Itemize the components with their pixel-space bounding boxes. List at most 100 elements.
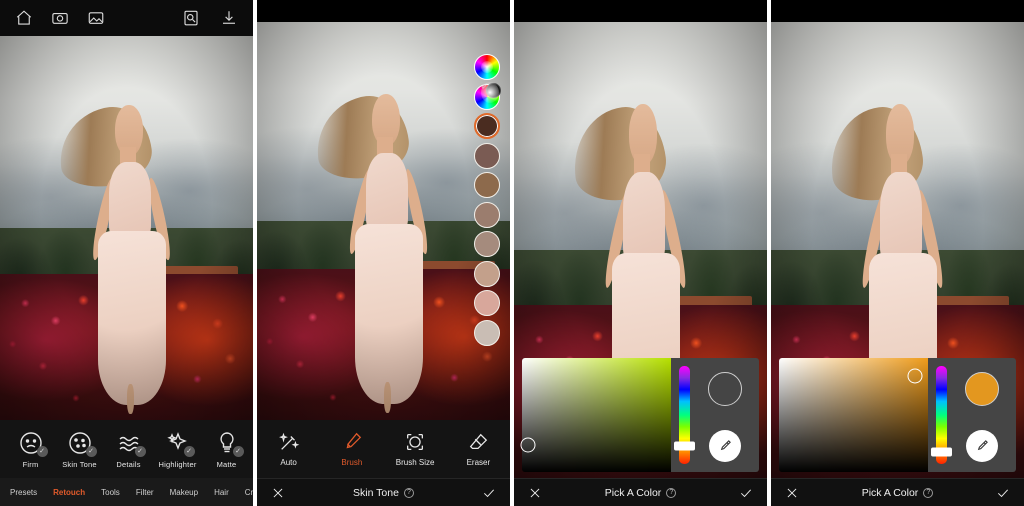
skin-tone-swatch-2[interactable] bbox=[474, 172, 500, 198]
cancel-button[interactable] bbox=[783, 484, 801, 502]
panel-pick-a-color-orange: Pick A Color ? bbox=[771, 0, 1024, 506]
action-bar-title-group: Pick A Color ? bbox=[544, 487, 737, 499]
details-wave-icon: ✓ bbox=[116, 430, 146, 457]
tool-label: Brush bbox=[341, 458, 363, 467]
action-bar: Pick A Color ? bbox=[514, 478, 767, 506]
tab-presets[interactable]: Presets bbox=[10, 488, 37, 497]
brush-size-icon bbox=[407, 434, 424, 450]
saturation-value-field[interactable] bbox=[779, 358, 928, 472]
action-bar: Skin Tone ? bbox=[257, 478, 510, 506]
home-icon[interactable] bbox=[12, 6, 36, 30]
eyedropper-button[interactable] bbox=[708, 430, 741, 462]
status-strip bbox=[257, 0, 510, 22]
top-toolbar bbox=[0, 0, 253, 36]
tool-brush-size[interactable]: Brush Size bbox=[389, 431, 441, 467]
auto-wand-icon bbox=[278, 432, 299, 450]
firm-face-icon: ✓ bbox=[18, 430, 48, 457]
action-bar-title: Pick A Color bbox=[604, 486, 662, 499]
confirm-button[interactable] bbox=[737, 484, 755, 502]
eraser-icon bbox=[470, 433, 488, 450]
eyedropper-icon bbox=[720, 439, 731, 450]
skin-tone-swatch-4[interactable] bbox=[474, 231, 500, 257]
tool-label: Brush Size bbox=[395, 458, 435, 467]
tool-label: Auto bbox=[280, 458, 297, 467]
photo-vignette bbox=[0, 36, 253, 420]
retouch-item-matte[interactable]: ✓ Matte bbox=[202, 430, 251, 469]
confirm-button[interactable] bbox=[480, 484, 498, 502]
checked-badge: ✓ bbox=[134, 445, 146, 457]
cancel-button[interactable] bbox=[269, 484, 287, 502]
status-strip bbox=[771, 0, 1024, 22]
saturation-value-field[interactable] bbox=[520, 358, 671, 472]
tool-auto[interactable]: Auto bbox=[263, 431, 315, 467]
category-tab-bar: Presets Retouch Tools Filter Makeup Hair… bbox=[0, 478, 253, 506]
color-picker-side-panel bbox=[928, 358, 1016, 472]
skin-tone-swatch-list bbox=[472, 54, 502, 346]
retouch-item-label: Firm bbox=[22, 459, 39, 469]
skin-tone-swatch-1[interactable] bbox=[474, 142, 500, 169]
retouch-item-more[interactable] bbox=[251, 434, 253, 464]
panel-editor-home: ✓ Firm ✓ Skin Tone ✓ Details ✓ Highlight… bbox=[0, 0, 253, 506]
brush-tool-row: Auto Brush Brush Size Eraser bbox=[257, 420, 510, 478]
retouch-item-highlighter[interactable]: ✓ Highlighter bbox=[153, 430, 202, 469]
tab-tools[interactable]: Tools bbox=[101, 488, 120, 497]
panel-pick-a-color-green: Pick A Color ? bbox=[514, 0, 767, 506]
eyedropper-icon bbox=[977, 439, 988, 450]
download-icon[interactable] bbox=[217, 6, 241, 30]
checked-badge: ✓ bbox=[85, 445, 97, 457]
color-picker-panel bbox=[520, 358, 759, 472]
retouch-item-details[interactable]: ✓ Details bbox=[104, 430, 153, 469]
color-preview-swatch bbox=[964, 372, 999, 406]
action-bar-title-group: Pick A Color ? bbox=[801, 487, 994, 499]
color-preview-swatch bbox=[707, 372, 742, 406]
sv-cursor[interactable] bbox=[520, 437, 536, 453]
cancel-button[interactable] bbox=[526, 484, 544, 502]
color-wheel-eyedropper-swatch[interactable] bbox=[474, 81, 501, 110]
confirm-button[interactable] bbox=[994, 484, 1012, 502]
tab-makeup[interactable]: Makeup bbox=[170, 488, 198, 497]
retouch-item-label: Matte bbox=[216, 459, 237, 469]
status-strip bbox=[514, 0, 767, 22]
tab-filter[interactable]: Filter bbox=[136, 488, 154, 497]
checked-badge: ✓ bbox=[36, 445, 48, 457]
hue-slider[interactable] bbox=[674, 366, 695, 464]
retouch-item-label: Highlighter bbox=[158, 459, 197, 469]
action-bar: Pick A Color ? bbox=[771, 478, 1024, 506]
retouch-item-label: Details bbox=[116, 459, 141, 469]
checked-badge: ✓ bbox=[183, 445, 195, 457]
highlighter-sparkle-icon: ✓ bbox=[165, 430, 195, 457]
skin-tone-swatch-selected[interactable] bbox=[474, 113, 500, 139]
skin-tone-swatch-5[interactable] bbox=[474, 260, 500, 287]
color-picker-panel bbox=[779, 358, 1016, 472]
hue-slider[interactable] bbox=[931, 366, 952, 464]
tab-hair[interactable]: Hair bbox=[214, 488, 229, 497]
screenshot-strip: ✓ Firm ✓ Skin Tone ✓ Details ✓ Highlight… bbox=[0, 0, 1024, 506]
color-picker-side-panel bbox=[671, 358, 759, 472]
gallery-icon[interactable] bbox=[84, 6, 108, 30]
skin-tone-swatch-3[interactable] bbox=[474, 201, 500, 228]
skin-tone-swatch-6[interactable] bbox=[474, 290, 500, 316]
camera-icon[interactable] bbox=[48, 6, 72, 30]
retouch-item-label: Skin Tone bbox=[62, 459, 97, 469]
color-wheel-swatch[interactable] bbox=[474, 54, 500, 80]
eyedropper-button[interactable] bbox=[965, 430, 998, 462]
tab-retouch[interactable]: Retouch bbox=[53, 488, 85, 497]
panel-skin-tone-brush: Auto Brush Brush Size Eraser Skin Tone ? bbox=[257, 0, 510, 506]
tool-eraser[interactable]: Eraser bbox=[452, 431, 504, 467]
sv-cursor[interactable] bbox=[907, 368, 923, 384]
tool-label: Eraser bbox=[466, 458, 491, 467]
help-icon[interactable]: ? bbox=[403, 487, 414, 498]
tab-creative[interactable]: Crea bbox=[245, 488, 253, 497]
help-icon[interactable]: ? bbox=[923, 487, 934, 498]
retouch-item-skin-tone[interactable]: ✓ Skin Tone bbox=[55, 430, 104, 469]
action-bar-title: Skin Tone bbox=[353, 486, 399, 499]
edited-photo-preview bbox=[0, 36, 253, 420]
help-icon[interactable]: ? bbox=[666, 487, 677, 498]
retouch-item-firm[interactable]: ✓ Firm bbox=[6, 430, 55, 469]
checked-badge: ✓ bbox=[232, 445, 244, 457]
compare-icon[interactable] bbox=[179, 6, 203, 30]
action-bar-title: Pick A Color bbox=[861, 486, 919, 499]
action-bar-title-group: Skin Tone ? bbox=[287, 487, 480, 499]
skin-tone-swatch-7[interactable] bbox=[474, 319, 500, 346]
tool-brush[interactable]: Brush bbox=[326, 431, 378, 467]
